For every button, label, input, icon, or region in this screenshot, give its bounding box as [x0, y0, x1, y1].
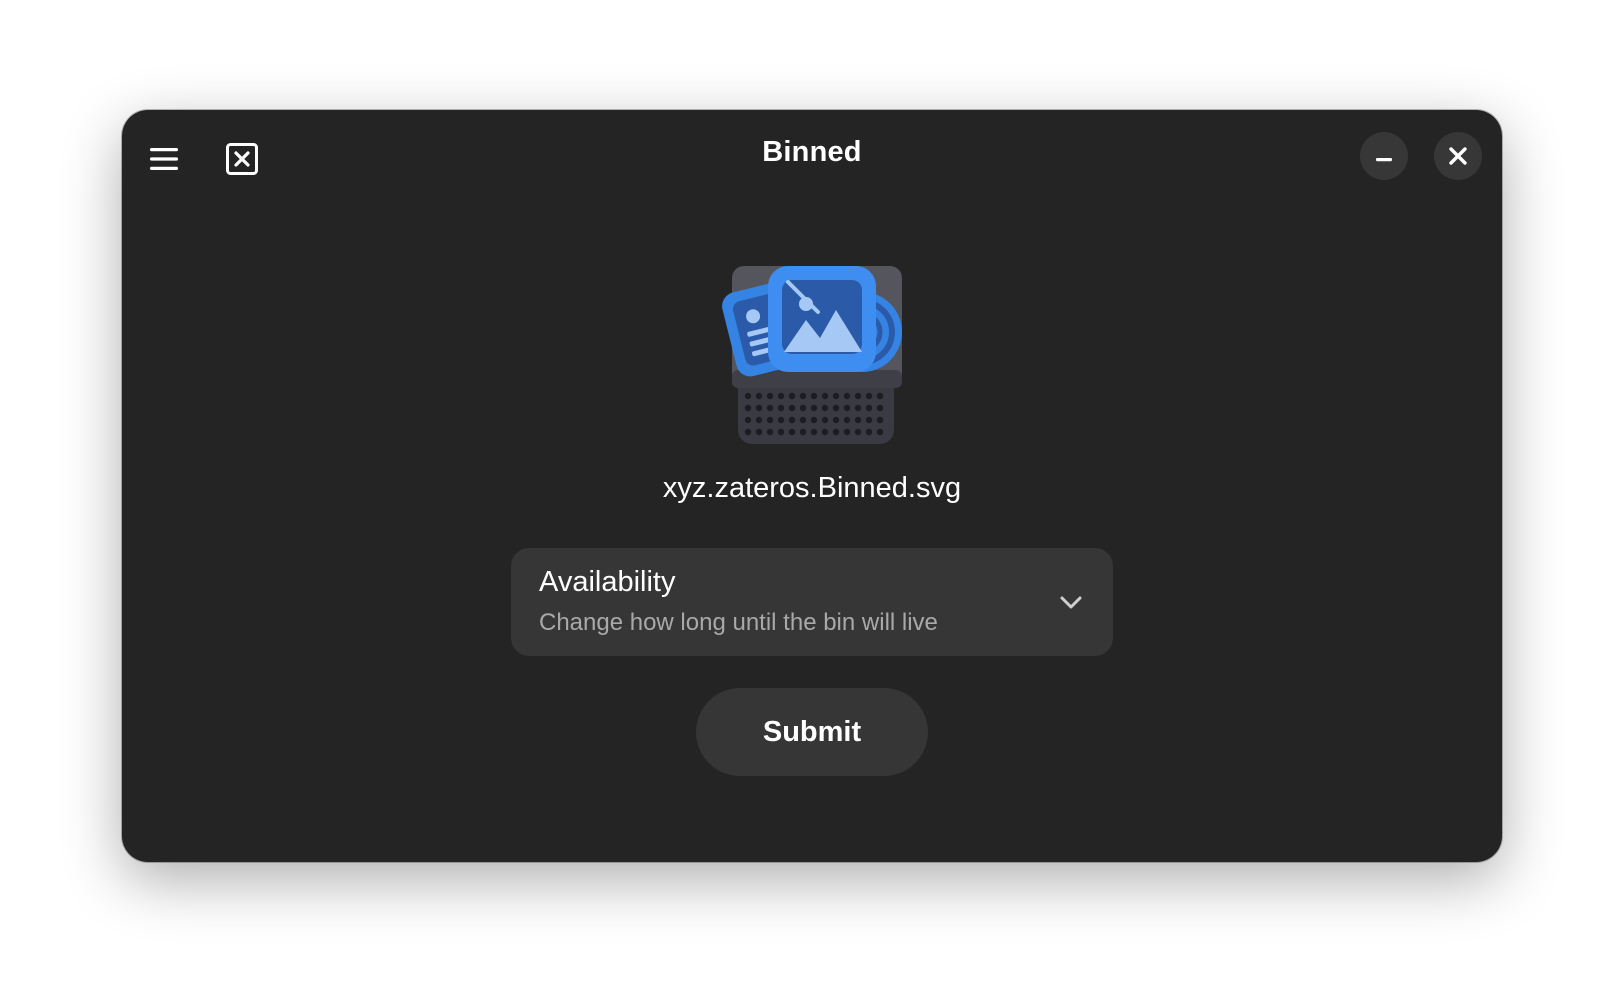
main-content: xyz.zateros.Binned.svg Availability Chan… [122, 110, 1502, 862]
app-window: Binned xyz.zateros.Binned.svg Availabili… [122, 110, 1502, 862]
submit-button[interactable]: Submit [696, 688, 928, 776]
availability-row[interactable]: Availability Change how long until the b… [511, 548, 1113, 656]
file-name: xyz.zateros.Binned.svg [662, 472, 962, 504]
availability-title: Availability [539, 566, 676, 598]
availability-subtitle: Change how long until the bin will live [539, 609, 938, 636]
chevron-down-icon [1060, 596, 1082, 609]
binned-app-icon [722, 266, 902, 444]
